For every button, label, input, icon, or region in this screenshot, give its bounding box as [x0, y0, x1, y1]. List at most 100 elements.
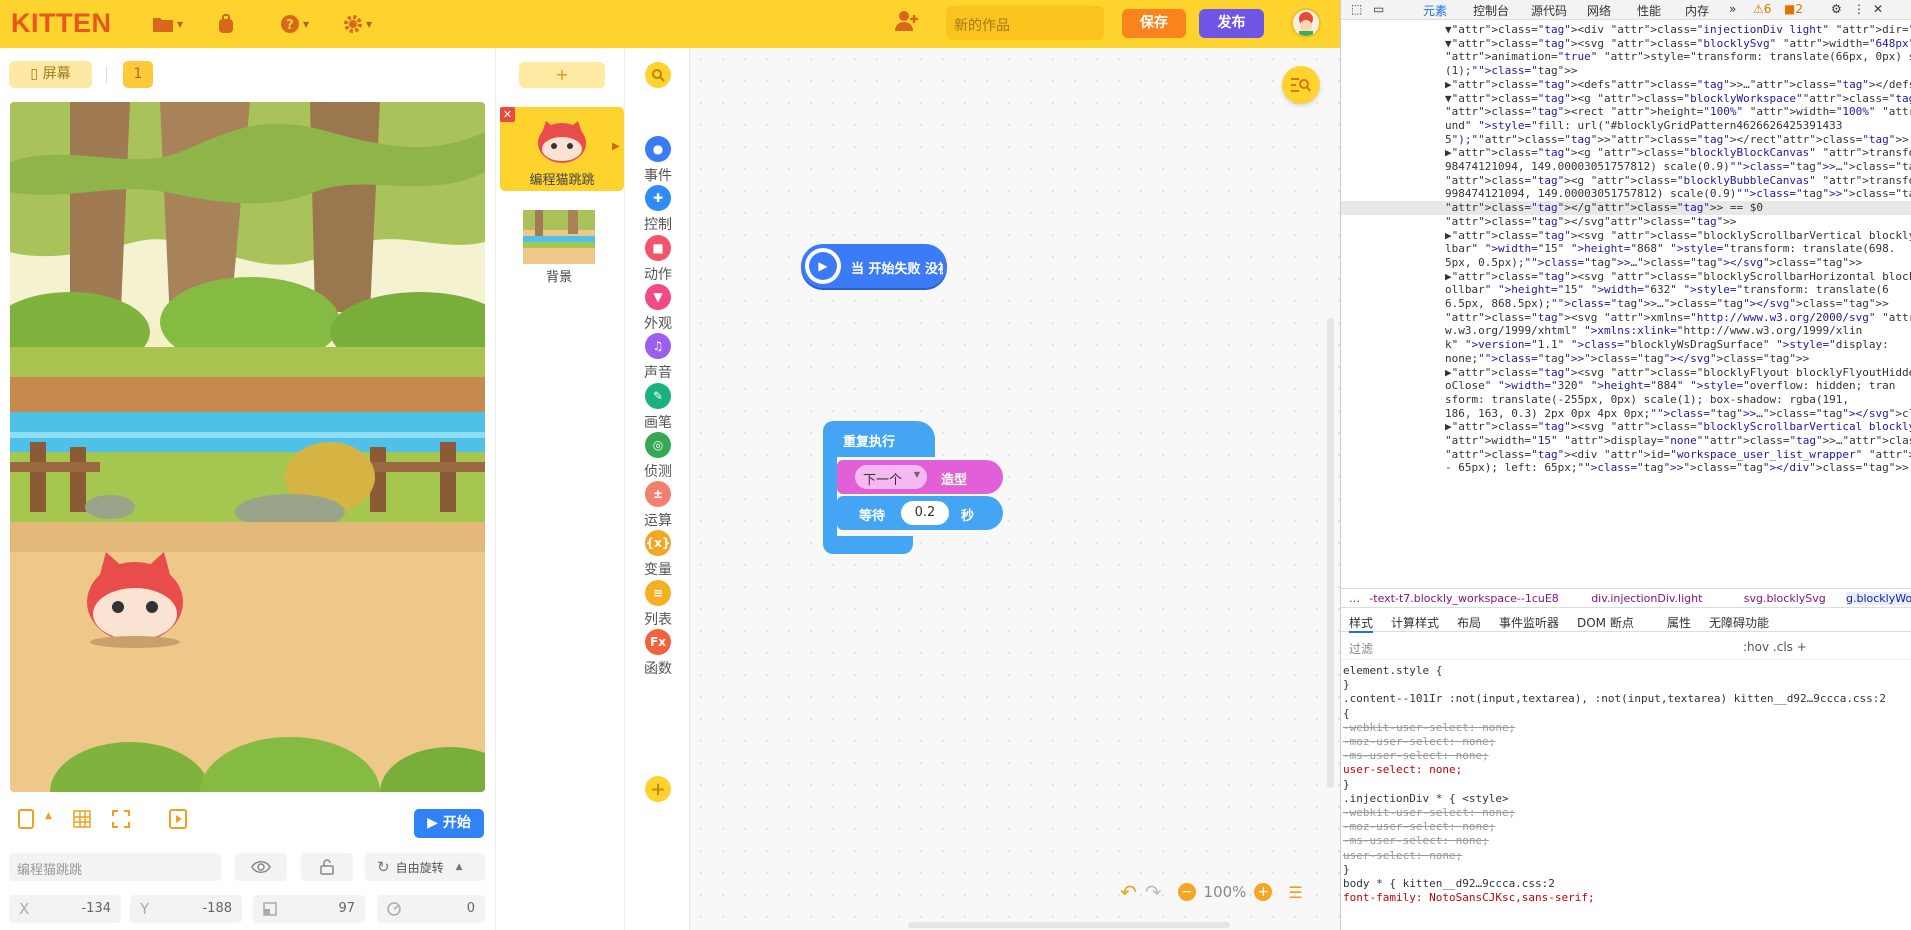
visibility-toggle[interactable]	[235, 853, 287, 881]
scene-number[interactable]: 1	[123, 61, 153, 88]
dom-line[interactable]: "attr">class="tag"></svg"attr">class="ta…	[1445, 215, 1736, 229]
dom-line[interactable]: "attr">class="tag"><rect "attr">height="…	[1445, 105, 1911, 119]
dom-line[interactable]: ▼"attr">class="tag"><svg "attr">class="b…	[1445, 37, 1911, 51]
dom-line[interactable]: 5px, 0.5px);"">class="tag">>…">class="ta…	[1445, 256, 1862, 270]
sprite-name-input[interactable]: 编程猫跳跳	[9, 853, 221, 881]
category-pen[interactable]: ✎ 画笔	[625, 382, 691, 432]
breadcrumb-item[interactable]: -text-t7.blockly_workspace--1cuE8	[1369, 592, 1559, 605]
add-sprite-button[interactable]: +	[519, 62, 605, 88]
screen-button[interactable]: ▯ 屏幕	[9, 61, 92, 88]
breadcrumb-item[interactable]: svg.blocklySvg	[1744, 592, 1826, 605]
dom-line[interactable]: "attr">animation="true" "attr">style="tr…	[1445, 50, 1911, 64]
category-function[interactable]: Fx 函数	[625, 629, 691, 678]
lock-toggle[interactable]	[301, 853, 353, 881]
add-extension-button[interactable]: +	[625, 776, 691, 802]
workspace-search-button[interactable]	[1282, 66, 1320, 104]
category-calc[interactable]: ± 运算	[625, 481, 691, 530]
chevron-right-icon[interactable]: ▶	[612, 141, 620, 152]
chevron-up-icon[interactable]: ▲	[45, 811, 52, 821]
dom-line[interactable]: (1);"">class="tag">>	[1445, 64, 1577, 78]
dom-tree[interactable]: ▼"attr">class="tag"><div "attr">class="i…	[1341, 23, 1911, 583]
dom-line[interactable]: ▶"attr">class="tag"><defs"attr">class="t…	[1445, 78, 1911, 92]
category-gamepad[interactable]: ✚ 控制	[625, 185, 691, 234]
dom-line[interactable]: ▶"attr">class="tag"><svg "attr">class="b…	[1445, 420, 1911, 434]
repeat-forever-block[interactable]: 重复执行	[823, 421, 935, 457]
dom-line[interactable]: ▶"attr">class="tag"><svg "attr">class="b…	[1445, 270, 1911, 284]
dom-line[interactable]: ollbar" ">height="15" ">width="632" ">st…	[1445, 283, 1889, 297]
filter-tools[interactable]: :hov .cls +	[1743, 640, 1807, 654]
dom-line[interactable]: none;"">class="tag">>">class="tag"></svg…	[1445, 352, 1809, 366]
dom-line[interactable]: "attr">width="15" "attr">display="none""…	[1445, 434, 1911, 448]
category-list[interactable]: ≡ 列表	[625, 579, 691, 629]
block-search-button[interactable]	[625, 62, 691, 88]
publish-button[interactable]: 发布	[1199, 9, 1264, 38]
dom-line[interactable]: w.w3.org/1999/xhtml" ">xmlns:xlink="http…	[1445, 324, 1862, 338]
dom-line[interactable]: k" ">version="1.1" ">class="blocklyWsDra…	[1445, 338, 1889, 352]
tab-elements[interactable]: 元素	[1423, 2, 1447, 19]
warning-count[interactable]: ⚠6	[1753, 2, 1771, 16]
category-car[interactable]: ■ 动作	[625, 234, 691, 284]
device-icon[interactable]	[17, 808, 35, 830]
file-menu-button[interactable]: ▼	[152, 14, 183, 34]
dom-line[interactable]: ▶"attr">class="tag"><g "attr">class="blo…	[1445, 146, 1911, 160]
dom-line[interactable]: sform: translate(-255px, 0px) scale(1); …	[1445, 393, 1849, 407]
rotation-mode-select[interactable]: ↻ 自由旋转 ▲	[365, 853, 485, 881]
direction-field[interactable]: 0	[377, 895, 485, 923]
play-preview-icon[interactable]	[168, 808, 188, 830]
category-variable[interactable]: {x} 变量	[625, 530, 691, 579]
dom-line[interactable]: "attr">class="tag"><svg "attr">xmlns="ht…	[1445, 311, 1911, 325]
workspace-scrollbar-vertical[interactable]	[1327, 318, 1334, 788]
add-collaborator-button[interactable]	[894, 11, 920, 31]
dom-line[interactable]: oClose" ">width="320" ">height="884" ">s…	[1445, 379, 1895, 393]
more-options-icon[interactable]: ⋮	[1853, 2, 1865, 16]
close-icon[interactable]: ✕	[500, 107, 515, 122]
wait-seconds-input[interactable]: 0.2	[901, 501, 949, 525]
styles-tab[interactable]: 事件监听器	[1499, 614, 1559, 631]
category-target[interactable]: ◎ 侦测	[625, 431, 691, 481]
device-toggle-icon[interactable]: ▭	[1373, 2, 1384, 16]
styles-tab[interactable]: 样式	[1349, 614, 1374, 633]
save-button[interactable]: 保存	[1122, 9, 1186, 38]
switch-costume-block[interactable]: 下一个 ▼ 造型	[837, 460, 1003, 494]
issue-count[interactable]: ■2	[1784, 2, 1803, 16]
styles-tab[interactable]: DOM 断点	[1577, 614, 1634, 631]
styles-tab[interactable]: 计算样式	[1391, 614, 1439, 631]
fullscreen-icon[interactable]	[111, 809, 131, 829]
dom-line[interactable]: lbar" ">width="15" ">height="868" ">styl…	[1445, 242, 1895, 256]
x-field[interactable]: X -134	[9, 895, 121, 923]
category-shirt[interactable]: ▼ 外观	[625, 283, 691, 333]
dom-line[interactable]: ▼"attr">class="tag"><g "attr">class="blo…	[1445, 92, 1911, 106]
stage-canvas[interactable]	[10, 102, 485, 792]
dom-line[interactable]: ▶"attr">class="tag"><svg "attr">class="b…	[1445, 366, 1911, 380]
dom-line[interactable]: 186, 163, 0.3) 2px 0px 4px 0px;"">class=…	[1445, 407, 1911, 421]
tab-sources[interactable]: 源代码	[1531, 2, 1567, 19]
dom-line[interactable]: und" ">style="fill: url("#blocklyGridPat…	[1445, 119, 1842, 133]
dom-line[interactable]: "attr">class="tag"><div "attr">id="works…	[1445, 448, 1911, 462]
gear-icon[interactable]: ⚙	[1831, 2, 1842, 16]
sprite-item[interactable]: ✕ ▶ 编程猫跳跳	[500, 107, 624, 191]
help-menu-button[interactable]: ? ▼	[280, 14, 309, 34]
grid-icon[interactable]	[72, 809, 92, 829]
tab-memory[interactable]: 内存	[1685, 2, 1709, 19]
undo-icon[interactable]: ↶	[1120, 880, 1137, 904]
tab-console[interactable]: 控制台	[1473, 2, 1509, 19]
redo-icon[interactable]: ↷	[1145, 880, 1162, 904]
costume-dropdown[interactable]: 下一个 ▼	[855, 465, 927, 489]
dom-line[interactable]: ▼"attr">class="tag"><div "attr">class="i…	[1445, 23, 1911, 37]
size-field[interactable]: 97	[253, 895, 365, 923]
dom-line[interactable]: - 65px); left: 65px;"">class="tag">>">cl…	[1445, 461, 1911, 475]
background-item[interactable]: 背景	[519, 208, 599, 285]
settings-menu-button[interactable]: ▼	[343, 14, 372, 34]
styles-tab[interactable]: 属性	[1667, 614, 1691, 631]
bag-button[interactable]	[216, 14, 236, 34]
styles-tab[interactable]: 布局	[1457, 614, 1481, 631]
align-blocks-icon[interactable]: ☰	[1288, 883, 1302, 902]
code-workspace[interactable]: ▶ 当 开始失败 没被点 重复执行 下一个 ▼ 造型 等待 0.2 秒 ↶ ↷	[690, 48, 1340, 930]
dom-line[interactable]: ▶"attr">class="tag"><svg "attr">class="b…	[1445, 229, 1911, 243]
zoom-in-button[interactable]: +	[1254, 883, 1273, 901]
dom-line[interactable]: 6.5px, 868.5px);"">class="tag">>…">class…	[1445, 297, 1889, 311]
wait-block[interactable]: 等待 0.2 秒	[837, 496, 1003, 530]
when-start-block[interactable]: ▶ 当 开始失败 没被点	[801, 244, 947, 288]
breadcrumb-item[interactable]: g.blocklyWorkspace	[1846, 592, 1911, 605]
filter-input[interactable]: 过滤	[1349, 640, 1373, 657]
